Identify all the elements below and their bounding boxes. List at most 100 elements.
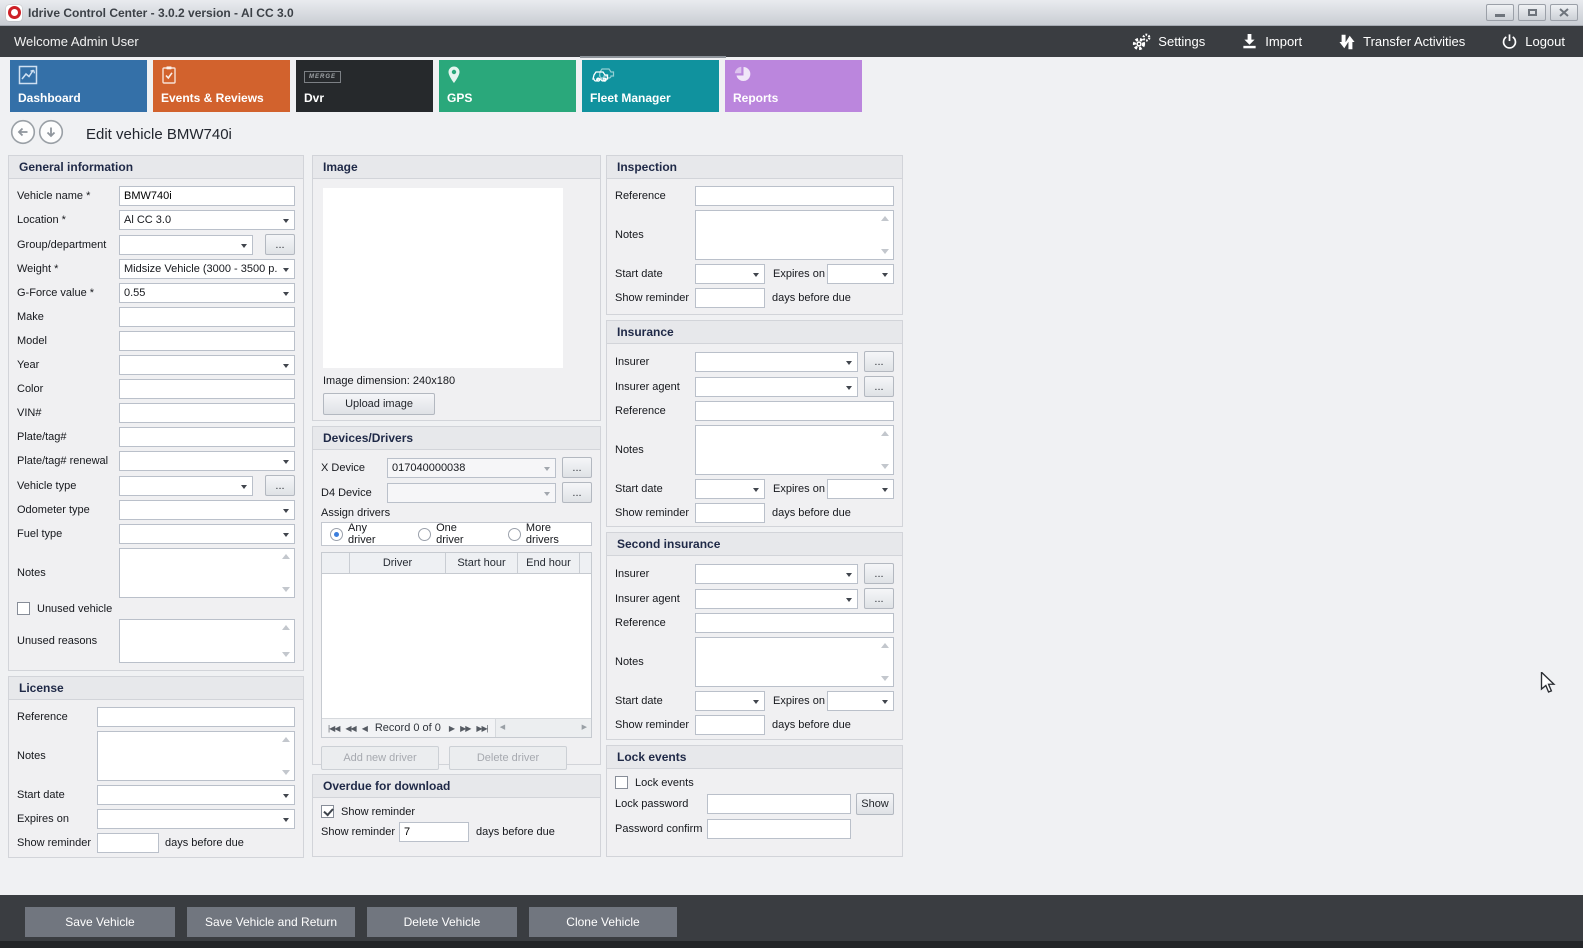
- close-button[interactable]: [1550, 4, 1578, 21]
- model-input[interactable]: [119, 331, 295, 351]
- prev-record-button[interactable]: ◀: [362, 724, 367, 733]
- insurance-insurer-dropdown[interactable]: [695, 352, 858, 372]
- license-expires-dropdown[interactable]: [97, 809, 295, 829]
- insurance-insurer-label: Insurer: [615, 356, 695, 368]
- color-input[interactable]: [119, 379, 295, 399]
- inspection-reminder-days-input[interactable]: [695, 288, 765, 308]
- plate-renewal-dropdown[interactable]: [119, 451, 295, 471]
- vehicle-name-input[interactable]: [119, 186, 295, 206]
- vin-input[interactable]: [119, 403, 295, 423]
- second-insurance-insurer-browse-button[interactable]: ...: [864, 563, 894, 584]
- show-password-button[interactable]: Show: [856, 793, 894, 815]
- vehicle-type-browse-button[interactable]: ...: [265, 475, 295, 496]
- end-hour-column-header[interactable]: End hour: [518, 553, 580, 573]
- inspection-start-date-dropdown[interactable]: [695, 264, 765, 284]
- d4-device-dropdown[interactable]: [387, 483, 556, 503]
- second-insurance-expires-dropdown[interactable]: [827, 691, 894, 711]
- inspection-panel: Inspection Reference Notes Start date Ex…: [606, 155, 903, 315]
- weight-dropdown[interactable]: Midsize Vehicle (3000 - 3500 p...: [119, 259, 295, 279]
- second-insurance-agent-browse-button[interactable]: ...: [864, 588, 894, 609]
- x-device-browse-button[interactable]: ...: [562, 457, 592, 478]
- unused-vehicle-checkbox[interactable]: [17, 602, 30, 615]
- password-confirm-input[interactable]: [707, 819, 851, 839]
- general-notes-textarea[interactable]: [119, 548, 295, 598]
- first-record-button[interactable]: |◀◀: [328, 724, 339, 733]
- last-record-button[interactable]: ▶▶|: [476, 724, 487, 733]
- scroll-down-button[interactable]: [38, 119, 64, 150]
- group-department-browse-button[interactable]: ...: [265, 234, 295, 255]
- drivers-table-body[interactable]: [322, 574, 591, 718]
- scroll-left-icon[interactable]: ◀: [500, 723, 505, 731]
- second-insurance-reminder-days-input[interactable]: [695, 715, 765, 735]
- second-insurance-insurer-dropdown[interactable]: [695, 564, 858, 584]
- tab-reports[interactable]: Reports: [725, 60, 862, 112]
- delete-driver-button[interactable]: Delete driver: [449, 746, 567, 770]
- logout-button[interactable]: Logout: [1501, 33, 1565, 50]
- tab-dvr[interactable]: MERGE Dvr: [296, 60, 433, 112]
- tab-dashboard[interactable]: Dashboard: [10, 60, 147, 112]
- delete-vehicle-button[interactable]: Delete Vehicle: [367, 907, 517, 937]
- any-driver-radio[interactable]: Any driver: [330, 522, 394, 546]
- inspection-notes-textarea[interactable]: [695, 210, 894, 260]
- plate-tag-input[interactable]: [119, 427, 295, 447]
- insurance-start-date-dropdown[interactable]: [695, 479, 765, 499]
- group-department-dropdown[interactable]: [119, 235, 253, 255]
- lock-events-checkbox[interactable]: [615, 776, 628, 789]
- import-button[interactable]: Import: [1241, 33, 1302, 50]
- start-hour-column-header[interactable]: Start hour: [446, 553, 518, 573]
- next-record-button[interactable]: ▶: [449, 724, 454, 733]
- unused-reasons-textarea[interactable]: [119, 619, 295, 663]
- tab-events-reviews[interactable]: Events & Reviews: [153, 60, 290, 112]
- license-notes-textarea[interactable]: [97, 731, 295, 781]
- prev-page-button[interactable]: ◀◀: [345, 724, 355, 733]
- inspection-reference-input[interactable]: [695, 186, 894, 206]
- transfer-activities-button[interactable]: Transfer Activities: [1338, 33, 1465, 51]
- insurance-agent-browse-button[interactable]: ...: [864, 376, 894, 397]
- maximize-button[interactable]: [1518, 4, 1546, 21]
- year-dropdown[interactable]: [119, 355, 295, 375]
- insurance-agent-dropdown[interactable]: [695, 377, 858, 397]
- clone-vehicle-button[interactable]: Clone Vehicle: [529, 907, 677, 937]
- second-insurance-agent-dropdown[interactable]: [695, 589, 858, 609]
- second-insurance-header: Second insurance: [607, 533, 902, 556]
- tab-fleet-manager[interactable]: Fleet Manager: [582, 60, 719, 112]
- location-dropdown[interactable]: Al CC 3.0: [119, 210, 295, 230]
- license-reference-input[interactable]: [97, 707, 295, 727]
- image-header: Image: [313, 156, 600, 179]
- save-vehicle-and-return-button[interactable]: Save Vehicle and Return: [187, 907, 355, 937]
- more-drivers-radio[interactable]: More drivers: [508, 522, 583, 546]
- overdue-reminder-days-input[interactable]: [399, 822, 469, 842]
- add-new-driver-button[interactable]: Add new driver: [321, 746, 439, 770]
- make-input[interactable]: [119, 307, 295, 327]
- inspection-expires-dropdown[interactable]: [827, 264, 894, 284]
- settings-button[interactable]: Settings: [1131, 33, 1205, 51]
- horizontal-scrollbar[interactable]: ◀ ▶: [495, 719, 591, 737]
- fuel-type-dropdown[interactable]: [119, 524, 295, 544]
- driver-column-header[interactable]: Driver: [350, 553, 446, 573]
- insurance-insurer-browse-button[interactable]: ...: [864, 351, 894, 372]
- insurance-notes-textarea[interactable]: [695, 425, 894, 475]
- insurance-expires-dropdown[interactable]: [827, 479, 894, 499]
- save-vehicle-button[interactable]: Save Vehicle: [25, 907, 175, 937]
- license-reminder-days-input[interactable]: [97, 833, 159, 853]
- license-start-date-dropdown[interactable]: [97, 785, 295, 805]
- second-insurance-reference-input[interactable]: [695, 613, 894, 633]
- next-page-button[interactable]: ▶▶: [460, 724, 470, 733]
- d4-device-browse-button[interactable]: ...: [562, 482, 592, 503]
- one-driver-radio[interactable]: One driver: [418, 522, 484, 546]
- odometer-type-dropdown[interactable]: [119, 500, 295, 520]
- lock-password-input[interactable]: [707, 794, 851, 814]
- gforce-value-dropdown[interactable]: 0.55: [119, 283, 295, 303]
- x-device-dropdown[interactable]: 017040000038: [387, 458, 556, 478]
- back-button[interactable]: [10, 119, 36, 150]
- minimize-button[interactable]: [1486, 4, 1514, 21]
- second-insurance-notes-textarea[interactable]: [695, 637, 894, 687]
- overdue-show-reminder-checkbox[interactable]: [321, 805, 334, 818]
- insurance-reference-input[interactable]: [695, 401, 894, 421]
- second-insurance-start-date-dropdown[interactable]: [695, 691, 765, 711]
- tab-gps[interactable]: GPS: [439, 60, 576, 112]
- insurance-reminder-days-input[interactable]: [695, 503, 765, 523]
- scroll-right-icon[interactable]: ▶: [582, 723, 587, 731]
- upload-image-button[interactable]: Upload image: [323, 393, 435, 415]
- vehicle-type-dropdown[interactable]: [119, 476, 253, 496]
